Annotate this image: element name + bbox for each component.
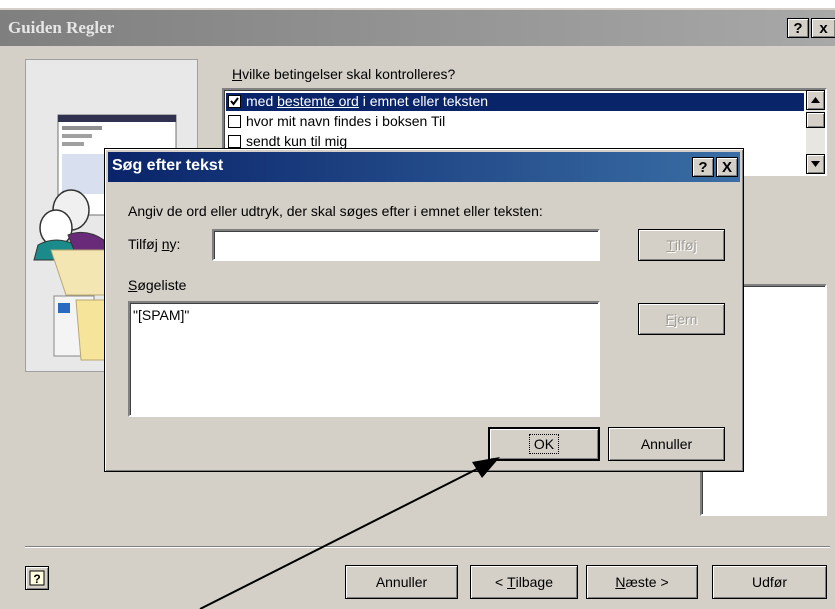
conditions-scrollbar[interactable] — [806, 90, 825, 174]
search-list[interactable]: "[SPAM]" — [128, 301, 600, 417]
condition-label-1: hvor mit navn findes i boksen Til — [246, 113, 446, 129]
dialog-instruction: Angiv de ord eller udtryk, der skal søge… — [128, 203, 543, 219]
wizard-title: Guiden Regler — [8, 18, 115, 37]
checkmark-icon — [230, 97, 239, 106]
dialog-cancel-button[interactable]: Annuller — [608, 427, 725, 461]
add-new-input[interactable] — [212, 229, 600, 261]
remove-button[interactable]: Fjern — [638, 303, 725, 335]
wizard-separator — [25, 546, 830, 548]
condition-checkbox-0[interactable] — [228, 95, 241, 108]
scroll-down-button[interactable] — [806, 154, 825, 174]
wizard-help-icon-button[interactable]: ? — [25, 566, 49, 590]
condition-label-2: sendt kun til mig — [246, 133, 348, 149]
arrow-up-icon — [811, 97, 820, 103]
dialog-help-button[interactable]: ? — [692, 157, 714, 177]
search-list-item[interactable]: "[SPAM]" — [133, 307, 189, 323]
add-new-label: Tilføj ny: — [128, 236, 181, 252]
condition-label-0: med bestemte ord i emnet eller teksten — [246, 93, 489, 109]
condition-row-1[interactable]: hvor mit navn findes i boksen Til — [226, 113, 804, 131]
condition-checkbox-2[interactable] — [228, 135, 241, 148]
wizard-next-button[interactable]: Næste > — [586, 565, 698, 599]
svg-text:?: ? — [33, 572, 40, 586]
dialog-titlebar: Søg efter tekst ? X — [108, 152, 740, 182]
scroll-thumb[interactable] — [806, 112, 825, 128]
arrow-down-icon — [811, 161, 820, 167]
condition-checkbox-1[interactable] — [228, 115, 241, 128]
wizard-back-button[interactable]: < Tilbage — [470, 565, 578, 599]
help-question-icon: ? — [29, 570, 45, 586]
dialog-title: Søg efter tekst — [112, 157, 224, 174]
scroll-up-button[interactable] — [806, 90, 825, 110]
search-text-dialog: Søg efter tekst ? X Angiv de ord eller u… — [104, 148, 744, 472]
ok-button[interactable]: OK — [488, 427, 600, 461]
conditions-question: Hvilke betingelser skal kontrolleres? — [232, 66, 456, 82]
wizard-finish-button[interactable]: Udfør — [712, 565, 827, 599]
wizard-titlebar: Guiden Regler ? x — [0, 10, 835, 46]
wizard-help-button[interactable]: ? — [787, 18, 809, 38]
ok-label: OK — [528, 434, 560, 454]
wizard-cancel-button[interactable]: Annuller — [345, 565, 458, 599]
search-list-label: Søgeliste — [128, 277, 187, 293]
wizard-close-button[interactable]: x — [811, 18, 835, 38]
condition-row-0[interactable]: med bestemte ord i emnet eller teksten — [226, 93, 804, 111]
dialog-close-button[interactable]: X — [716, 157, 738, 177]
add-button[interactable]: Tilføj — [638, 229, 725, 261]
